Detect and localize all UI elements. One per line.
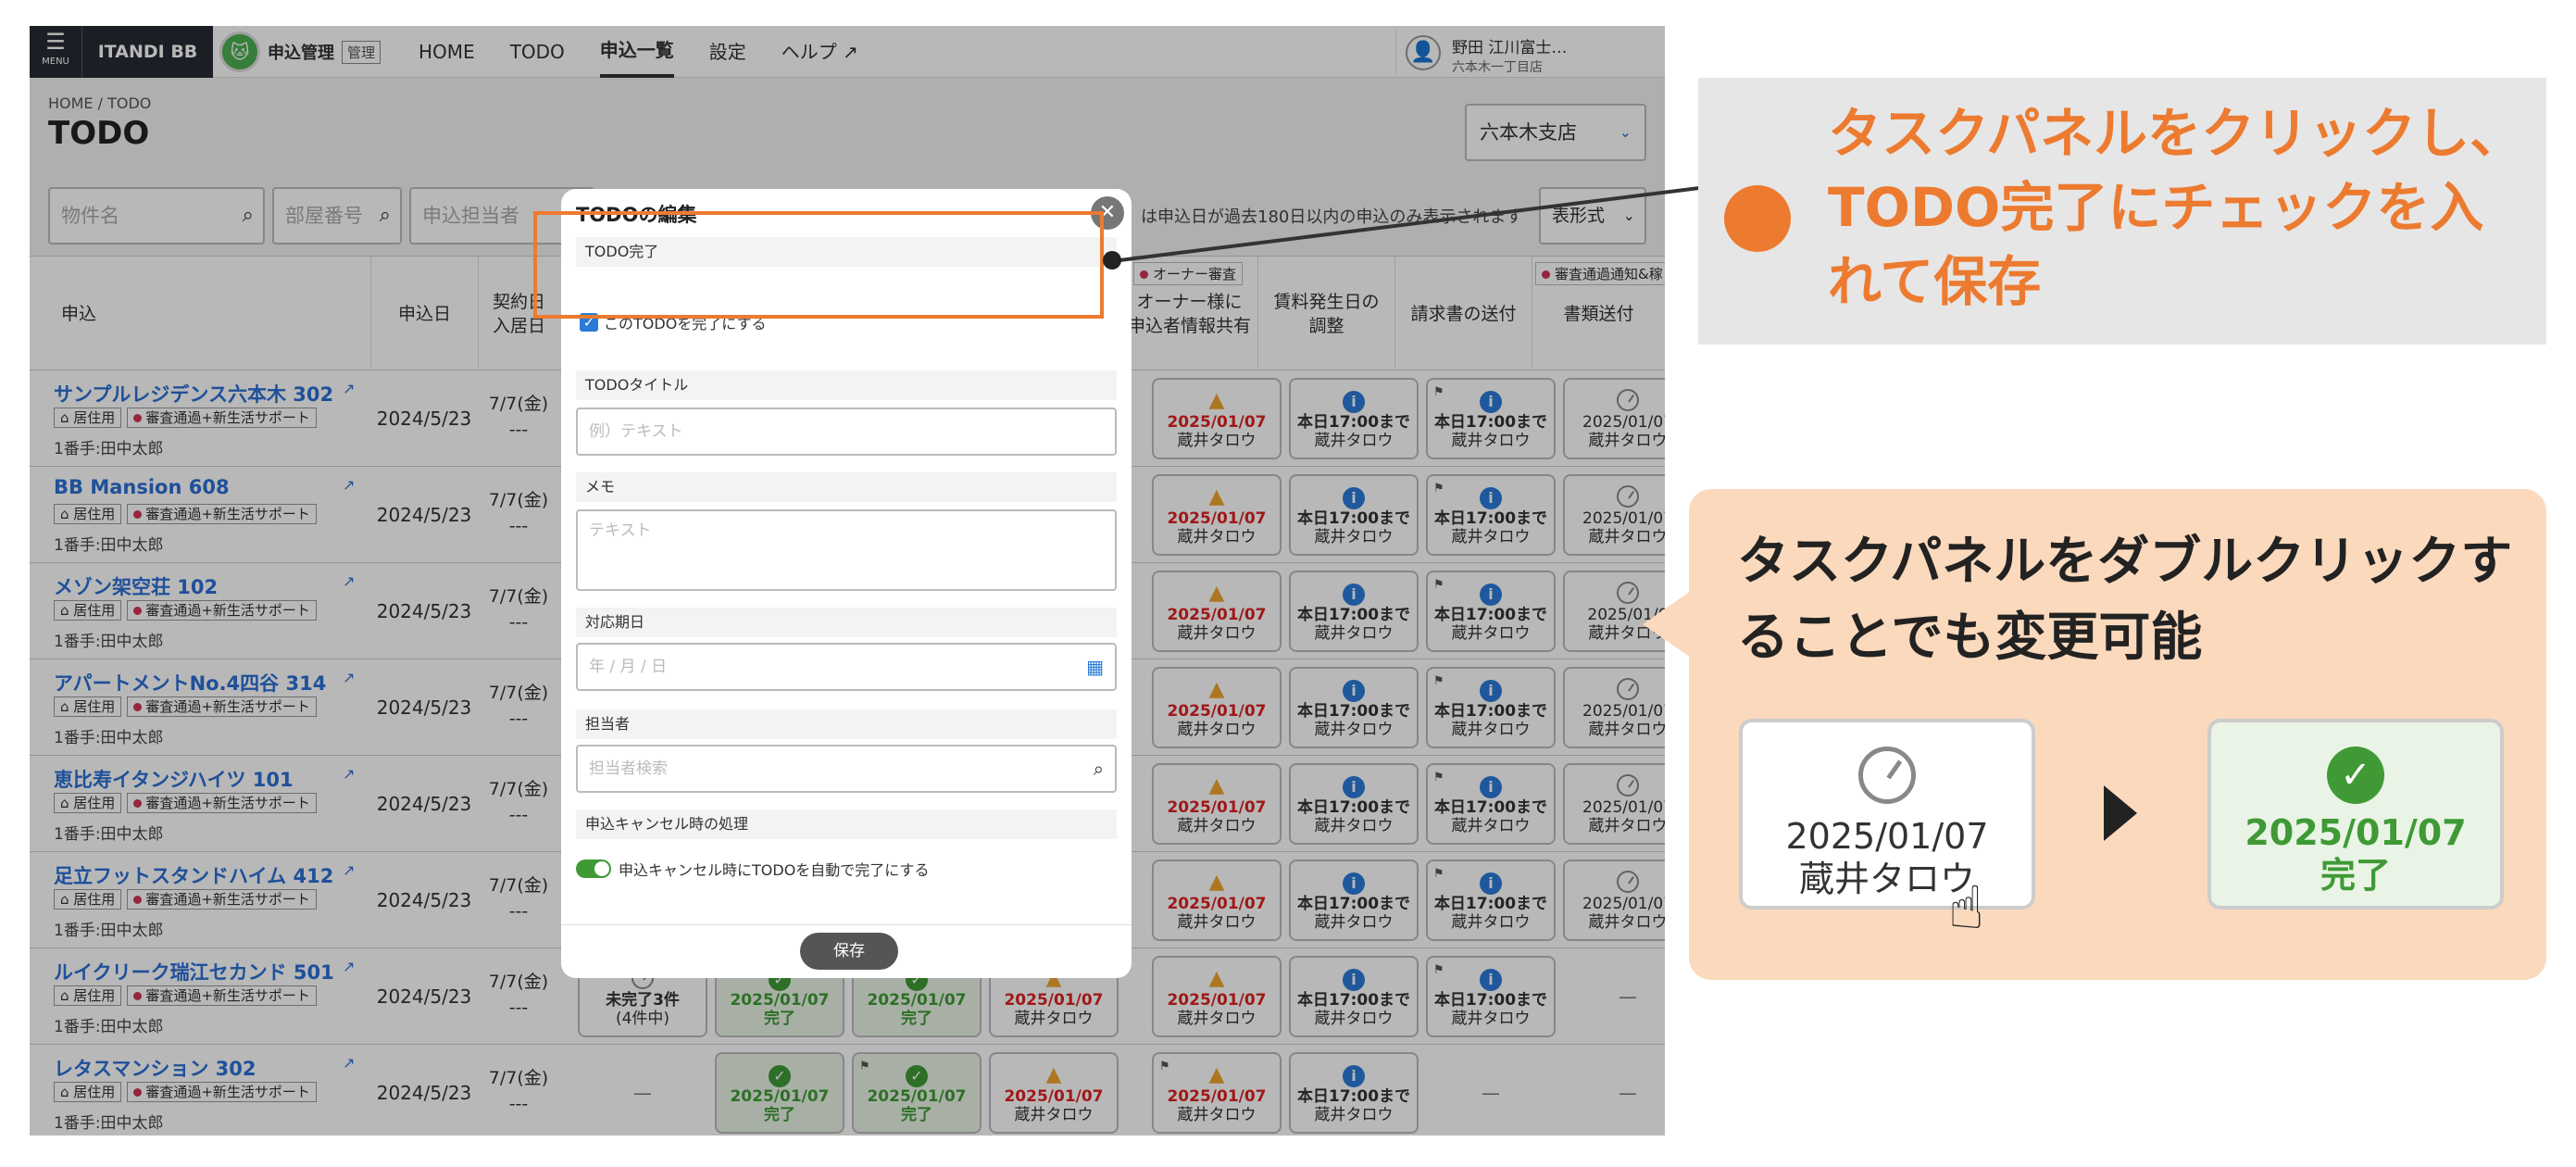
calendar-icon[interactable]: ▦ [1086, 645, 1104, 689]
section-memo: メモ [576, 472, 1117, 502]
hand-cursor-icon: ☝ [1948, 874, 1984, 943]
section-due: 対応期日 [576, 608, 1117, 637]
highlight-todo-done [533, 211, 1104, 319]
assignee-search-input[interactable]: 担当者検索 ⌕ [576, 745, 1117, 793]
search-icon: ⌕ [1093, 758, 1104, 780]
modal-footer: 保存 [561, 924, 1132, 978]
arrow-right-icon [2104, 785, 2137, 841]
demo-tile-after: ✓ 2025/01/07 完了 [2207, 719, 2504, 910]
demo-before-person: 蔵井タロウ [1798, 859, 1975, 899]
demo-tile-before: 2025/01/07 蔵井タロウ [1739, 719, 2035, 910]
callout-tail [1643, 591, 1691, 658]
due-placeholder: 年 / 月 / 日 [589, 658, 668, 676]
toggle-switch-icon [576, 860, 611, 878]
app-window: ☰ MENU ITANDI BB 🐱 申込管理 管理 HOME TODO 申込一… [30, 26, 1665, 1136]
callout-click-text: タスクパネルをクリックし、TODO完了にチェックを入れて保存 [1828, 102, 2524, 313]
clock-icon [1858, 747, 1916, 804]
title-placeholder: 例）テキスト [589, 422, 683, 441]
section-todo-title: TODOタイトル [576, 370, 1117, 400]
memo-placeholder: テキスト [589, 521, 652, 540]
cancel-toggle[interactable]: 申込キャンセル時にTODOを自動で完了にする [576, 858, 929, 880]
section-cancel: 申込キャンセル時の処理 [576, 809, 1117, 839]
section-assignee: 担当者 [576, 709, 1117, 739]
demo-after-label: 完了 [2320, 855, 2391, 896]
callout-pointer-dot [1103, 251, 1121, 270]
demo-after-date: 2025/01/07 [2245, 812, 2467, 853]
cancel-toggle-label: 申込キャンセル時にTODOを自動で完了にする [619, 861, 930, 879]
save-button[interactable]: 保存 [800, 933, 898, 970]
todo-title-input[interactable]: 例）テキスト [576, 408, 1117, 456]
callout-doubleclick-text: タスクパネルをダブルクリックすることでも変更可能 [1737, 532, 2513, 668]
memo-textarea[interactable]: テキスト [576, 509, 1117, 591]
demo-before-date: 2025/01/07 [1785, 816, 1989, 857]
check-circle-icon: ✓ [2327, 747, 2384, 804]
callout-marker-icon [1724, 185, 1791, 252]
assignee-placeholder: 担当者検索 [589, 759, 668, 778]
due-date-input[interactable]: 年 / 月 / 日 ▦ [576, 643, 1117, 691]
